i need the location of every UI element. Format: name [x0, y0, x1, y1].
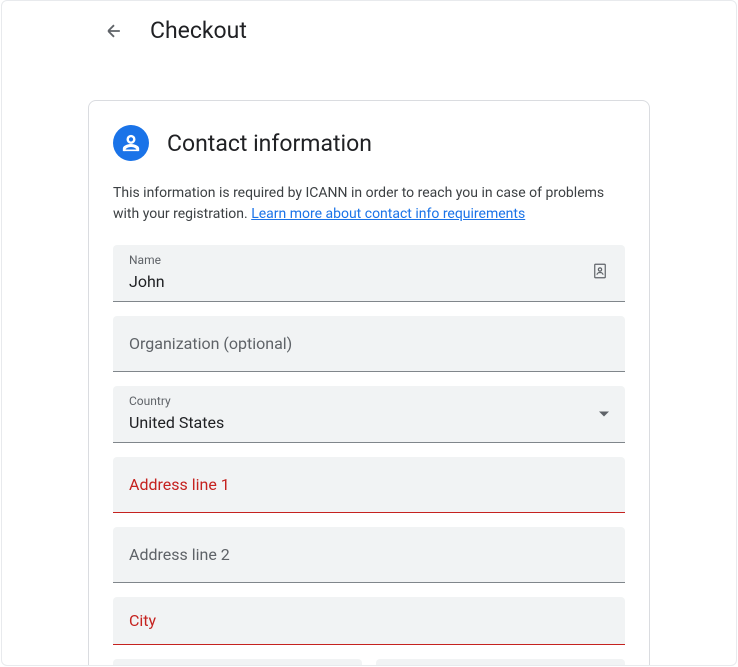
organization-placeholder: Organization (optional)	[129, 334, 609, 353]
organization-field[interactable]: Organization (optional)	[113, 316, 625, 372]
address1-field[interactable]: Address line 1	[113, 457, 625, 513]
country-label: Country	[129, 394, 609, 410]
city-field[interactable]: City	[113, 597, 625, 645]
name-input[interactable]	[129, 271, 609, 293]
card-header: Contact information	[113, 125, 625, 161]
person-icon-circle	[113, 125, 149, 161]
person-icon	[120, 132, 142, 154]
address2-placeholder: Address line 2	[129, 545, 609, 564]
name-field[interactable]: Name	[113, 245, 625, 302]
page-title: Checkout	[150, 17, 247, 44]
arrow-left-icon	[104, 21, 124, 41]
back-button[interactable]	[102, 19, 126, 43]
contacts-icon[interactable]	[591, 262, 609, 284]
header: Checkout	[2, 1, 736, 44]
zip-field[interactable]: Zip	[376, 659, 625, 666]
city-placeholder: City	[129, 611, 156, 630]
state-field[interactable]: State Florida	[113, 659, 362, 666]
card-description: This information is required by ICANN in…	[113, 183, 625, 225]
learn-more-link[interactable]: Learn more about contact info requiremen…	[251, 206, 525, 222]
chevron-down-icon	[599, 411, 609, 416]
card-title: Contact information	[167, 130, 372, 157]
address1-placeholder: Address line 1	[129, 475, 609, 494]
contact-info-card: Contact information This information is …	[88, 100, 650, 666]
address2-field[interactable]: Address line 2	[113, 527, 625, 583]
name-label: Name	[129, 253, 609, 269]
country-value: United States	[129, 412, 609, 434]
country-field[interactable]: Country United States	[113, 386, 625, 443]
